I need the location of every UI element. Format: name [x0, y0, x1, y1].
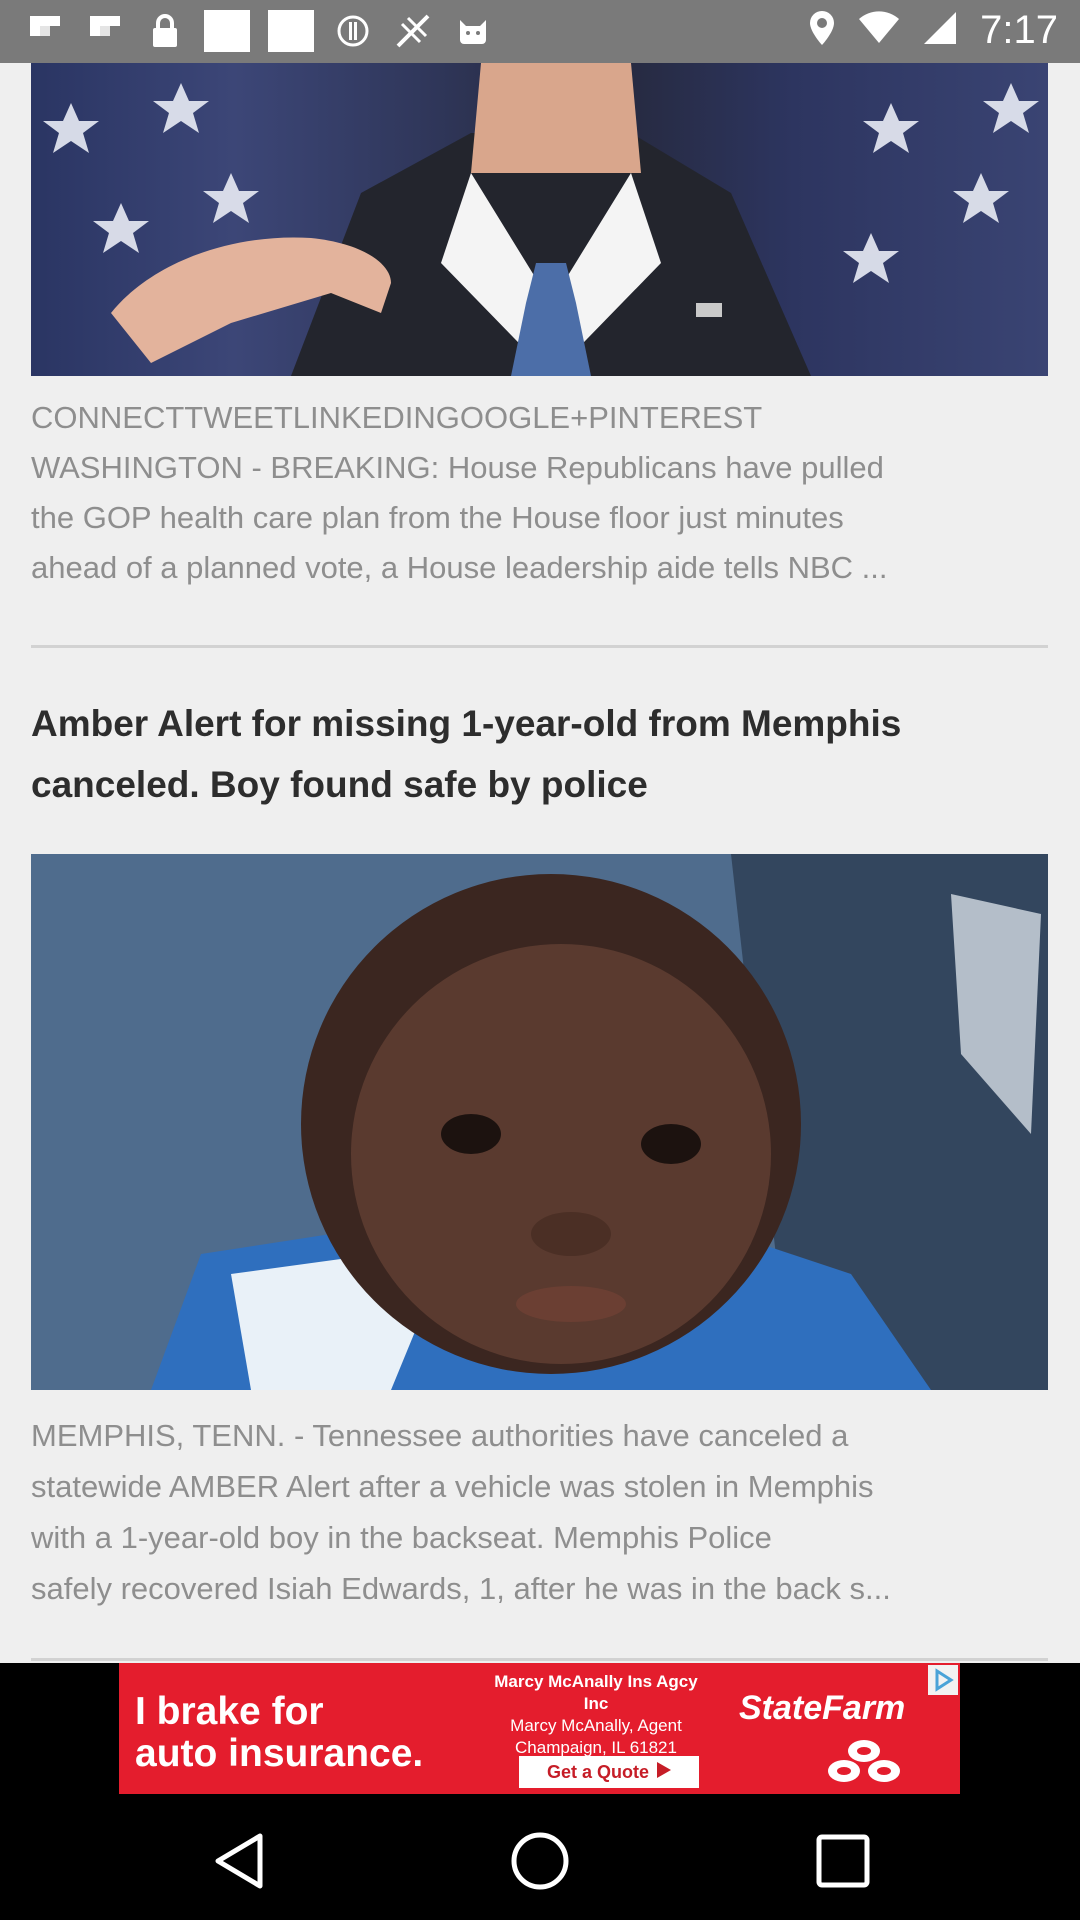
ad-banner-container: I brake for auto insurance. Marcy McAnal… [0, 1663, 1080, 1799]
notification-icons [24, 10, 494, 52]
summary-line: WASHINGTON - BREAKING: House Republicans… [31, 450, 884, 485]
summary-line: MEMPHIS, TENN. - Tennessee authorities h… [31, 1418, 849, 1453]
alert-icon [332, 10, 374, 52]
article-image-child[interactable] [31, 854, 1048, 1390]
politician-photo [43, 63, 1039, 376]
signal-icon [922, 10, 958, 51]
wifi-icon [858, 11, 900, 50]
flipboard-icon [84, 10, 126, 52]
location-icon [808, 9, 836, 52]
status-bar: 7:17 [0, 0, 1080, 63]
lock-icon [144, 10, 186, 52]
ad-headline: I brake for auto insurance. [135, 1690, 424, 1775]
brand-name: StateFarm [739, 1689, 906, 1727]
blank-notification-icon [268, 10, 314, 52]
back-button[interactable] [206, 1829, 270, 1893]
ad-agent-info: Marcy McAnally Ins Agcy Inc Marcy McAnal… [494, 1672, 698, 1757]
flipboard-icon [24, 10, 66, 52]
play-arrow-icon [657, 1761, 671, 1783]
ad-banner[interactable]: I brake for auto insurance. Marcy McAnal… [119, 1663, 960, 1794]
blank-notification-icon [204, 10, 250, 52]
summary-line: ahead of a planned vote, a House leaders… [31, 550, 888, 585]
child-photo [31, 854, 1048, 1390]
statefarm-logo-icon [819, 1736, 909, 1791]
home-icon [511, 1832, 569, 1890]
article-image-politician[interactable] [31, 63, 1048, 376]
article-2-title[interactable]: Amber Alert for missing 1-year-old from … [31, 693, 1051, 815]
back-icon [215, 1833, 263, 1889]
summary-line: the GOP health care plan from the House … [31, 500, 844, 535]
home-button[interactable] [508, 1829, 572, 1893]
divider [31, 1658, 1048, 1661]
recents-button[interactable] [811, 1829, 875, 1893]
ad-choices-icon[interactable] [928, 1665, 958, 1700]
article-2-summary[interactable]: MEMPHIS, TENN. - Tennessee authorities h… [31, 1410, 1051, 1614]
article-feed[interactable]: CONNECTTWEETLINKEDINGOOGLE+PINTEREST WAS… [0, 63, 1080, 1663]
recents-icon [816, 1834, 870, 1888]
divider [31, 645, 1048, 648]
navigation-bar [0, 1799, 1080, 1920]
no-signal-icon [392, 10, 434, 52]
cat-icon [452, 10, 494, 52]
summary-line: statewide AMBER Alert after a vehicle wa… [31, 1469, 874, 1504]
article-1-summary[interactable]: CONNECTTWEETLINKEDINGOOGLE+PINTEREST WAS… [31, 393, 1051, 593]
summary-line: with a 1-year-old boy in the backseat. M… [31, 1520, 772, 1555]
get-a-quote-button[interactable]: Get a Quote [519, 1756, 699, 1788]
summary-line: safely recovered Isiah Edwards, 1, after… [31, 1571, 891, 1606]
share-links-text: CONNECTTWEETLINKEDINGOOGLE+PINTEREST [31, 400, 763, 435]
clock: 7:17 [980, 8, 1058, 52]
